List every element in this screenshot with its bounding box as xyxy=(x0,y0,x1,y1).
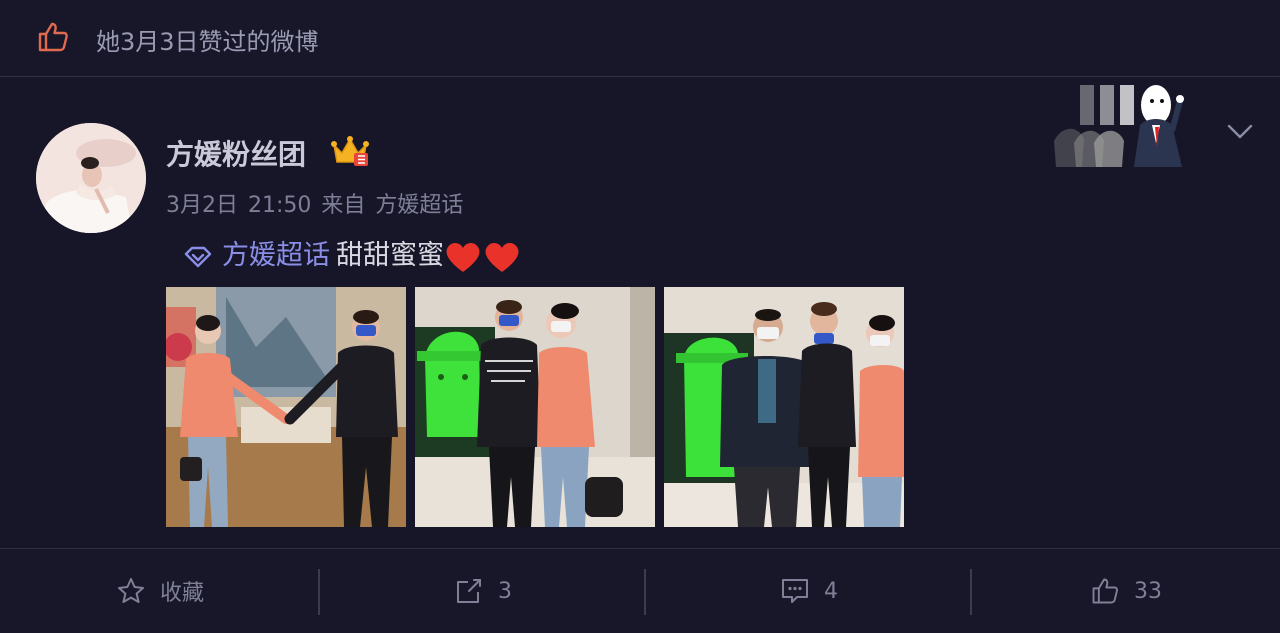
card-sticker xyxy=(1054,85,1184,167)
source-prefix: 来自 xyxy=(321,193,366,218)
thumbs-up-icon xyxy=(1092,578,1118,604)
repost-icon xyxy=(457,579,481,603)
repost-count: 3 xyxy=(498,578,512,604)
action-bar: 收藏 3 4 33 xyxy=(0,548,1280,633)
post-content: 方媛超话 甜甜蜜蜜 xyxy=(184,233,522,275)
username[interactable]: 方媛粉丝团 xyxy=(166,133,306,173)
favorite-button[interactable]: 收藏 xyxy=(0,549,320,633)
thumbs-up-icon xyxy=(38,22,68,52)
header-title: 她3月3日赞过的微博 xyxy=(96,28,319,56)
comment-count: 4 xyxy=(824,578,838,604)
comment-button[interactable]: 4 xyxy=(646,549,972,633)
like-button[interactable]: 33 xyxy=(972,549,1280,633)
post-photo[interactable] xyxy=(166,287,406,527)
star-icon xyxy=(117,578,144,603)
comment-icon xyxy=(782,579,808,603)
post-date: 3月2日 xyxy=(166,193,238,218)
repost-button[interactable]: 3 xyxy=(320,549,646,633)
post-card: 方媛粉丝团 3月2日 21:50 来自 方媛超话 方媛超话 甜甜蜜蜜 xyxy=(0,77,1280,547)
heart-icon xyxy=(446,242,519,272)
post-source[interactable]: 方媛超话 xyxy=(375,193,463,218)
avatar[interactable] xyxy=(36,123,146,233)
post-meta: 3月2日 21:50 来自 方媛超话 xyxy=(166,187,473,219)
post-photo[interactable] xyxy=(664,287,904,527)
post-photo[interactable] xyxy=(415,287,655,527)
post-text: 甜甜蜜蜜 xyxy=(336,240,444,271)
chevron-down-icon[interactable] xyxy=(1226,123,1254,141)
liked-header: 她3月3日赞过的微博 xyxy=(0,0,1280,77)
topic-link[interactable]: 方媛超话 xyxy=(222,240,330,271)
post-time: 21:50 xyxy=(248,193,312,218)
favorite-label: 收藏 xyxy=(159,581,204,606)
crown-badge-icon xyxy=(331,136,369,166)
supertopic-icon xyxy=(184,246,212,267)
like-count: 33 xyxy=(1134,578,1162,604)
